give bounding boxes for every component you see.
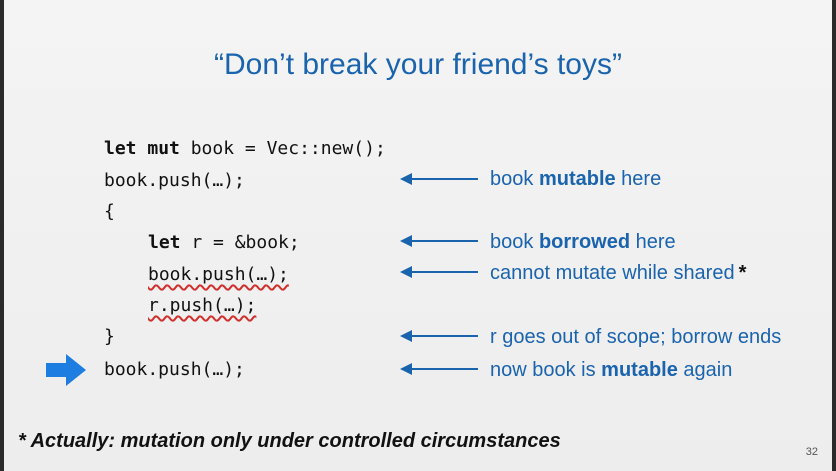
note-text: here — [615, 168, 662, 190]
code-line-6: r.push(…); — [148, 295, 256, 317]
code-line-1: let mut book = Vec::new(); — [104, 138, 386, 160]
note-text: now book is — [490, 359, 602, 381]
code-line-2: book.push(…); — [104, 170, 245, 191]
note-mutable-again: now book is mutable again — [490, 358, 732, 382]
left-arrow-icon — [400, 330, 478, 342]
big-right-arrow-icon — [46, 354, 86, 386]
code-text: r = &book; — [180, 232, 300, 253]
left-arrow-icon — [400, 235, 478, 247]
note-text: book — [490, 168, 539, 190]
code-line-4: let r = &book; — [148, 232, 300, 254]
note-text: book — [490, 231, 539, 253]
left-arrow-icon — [400, 363, 478, 375]
code-keyword-let: let — [104, 138, 137, 159]
note-book-mutable: book mutable here — [490, 167, 661, 191]
left-arrow-icon — [400, 266, 478, 278]
note-bold-text: mutable — [601, 359, 678, 381]
note-text: cannot mutate while shared — [490, 262, 735, 284]
footnote-marker: * — [738, 262, 747, 284]
note-text: here — [630, 231, 676, 253]
code-keyword-let: let — [148, 232, 181, 253]
code-line-5: book.push(…); — [148, 264, 289, 286]
note-book-borrowed: book borrowed here — [490, 230, 676, 254]
footnote: * Actually: mutation only under controll… — [18, 430, 561, 452]
code-line-3: { — [104, 201, 115, 222]
code-line-8: book.push(…); — [104, 359, 245, 380]
note-text: again — [677, 359, 733, 381]
note-bold-text: mutable — [538, 168, 616, 190]
slide-title: “Don’t break your friend’s toys” — [214, 48, 622, 81]
note-borrow-ends: r goes out of scope; borrow ends — [490, 326, 782, 348]
code-line-7: } — [104, 326, 115, 347]
note-bold-text: borrowed — [538, 231, 631, 253]
slide: “Don’t break your friend’s toys” let mut… — [4, 0, 832, 471]
code-error-squiggle: r.push(…); — [148, 295, 257, 316]
left-arrow-icon — [400, 173, 478, 185]
code-error-squiggle: book.push(…); — [148, 264, 289, 285]
code-keyword-mut: mut — [147, 138, 180, 159]
code-text: book = Vec::new(); — [179, 138, 386, 159]
page-number: 32 — [805, 446, 818, 458]
note-cannot-mutate: cannot mutate while shared * — [490, 261, 746, 285]
